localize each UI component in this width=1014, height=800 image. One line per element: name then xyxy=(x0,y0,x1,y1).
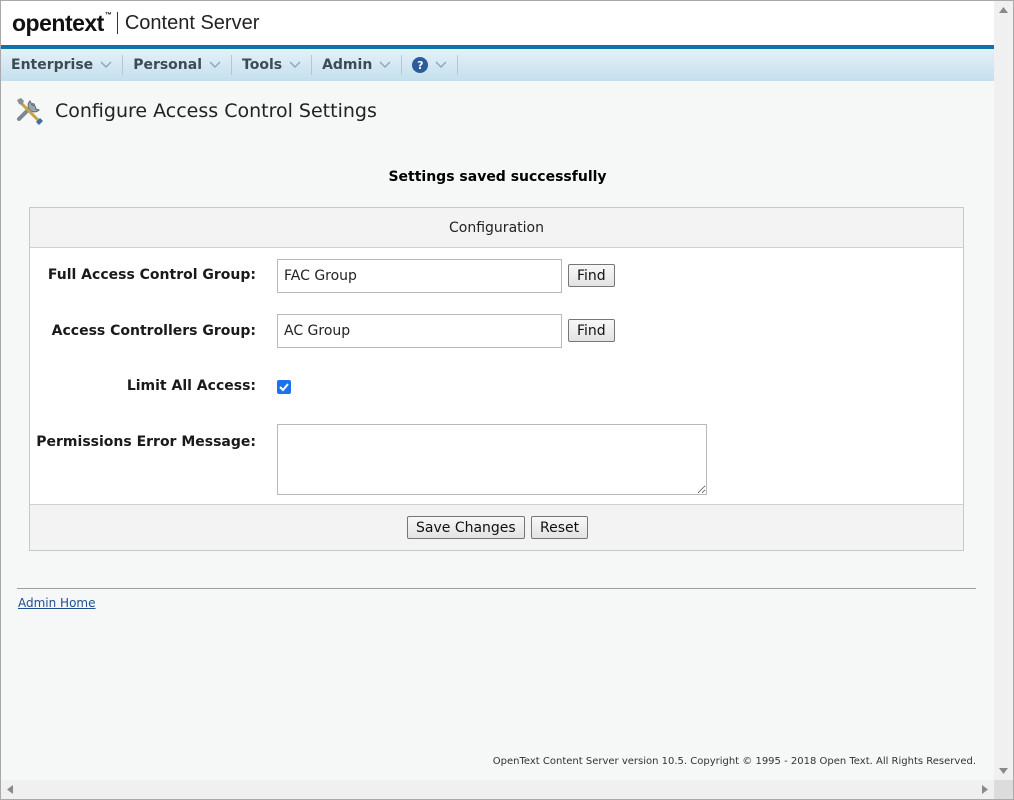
opentext-logo[interactable]: opentext ™ Content Server xyxy=(12,9,259,37)
permissions-error-textarea[interactable] xyxy=(277,424,707,495)
checkmark-icon xyxy=(279,383,289,392)
horizontal-scrollbar[interactable] xyxy=(1,780,994,799)
find-full-access-button[interactable]: Find xyxy=(568,264,615,287)
page-viewport: opentext ™ Content Server Enterprise Per… xyxy=(1,1,994,780)
configuration-panel: Configuration Full Access Control Group:… xyxy=(29,207,964,551)
logo-separator xyxy=(116,12,118,34)
logo-trademark: ™ xyxy=(104,11,112,19)
access-controllers-label: Access Controllers Group: xyxy=(51,323,256,339)
vertical-scrollbar[interactable] xyxy=(994,1,1013,780)
full-access-label: Full Access Control Group: xyxy=(47,267,256,283)
chevron-down-icon xyxy=(379,61,391,68)
nav-personal[interactable]: Personal xyxy=(123,55,233,75)
save-changes-button[interactable]: Save Changes xyxy=(407,516,525,539)
scroll-up-arrow-icon[interactable] xyxy=(999,7,1008,13)
page-title: Configure Access Control Settings xyxy=(55,100,377,122)
chevron-down-icon xyxy=(435,61,447,68)
footer-divider xyxy=(17,588,976,589)
nav-tools-label: Tools xyxy=(242,57,283,73)
chevron-down-icon xyxy=(209,61,221,68)
nav-tools[interactable]: Tools xyxy=(232,55,313,75)
limit-all-label: Limit All Access: xyxy=(126,378,256,394)
reset-button[interactable]: Reset xyxy=(531,516,589,539)
nav-personal-label: Personal xyxy=(133,57,203,73)
app-header: opentext ™ Content Server xyxy=(1,1,994,45)
scroll-left-arrow-icon[interactable] xyxy=(7,785,13,794)
main-nav-bar: Enterprise Personal Tools Admin ? xyxy=(1,45,994,81)
tools-icon xyxy=(17,98,43,125)
copyright-text: OpenText Content Server version 10.5. Co… xyxy=(492,756,976,767)
permissions-error-label: Permissions Error Message: xyxy=(36,434,256,450)
scrollbar-corner xyxy=(994,780,1013,799)
chevron-down-icon xyxy=(289,61,301,68)
nav-enterprise-label: Enterprise xyxy=(11,57,94,73)
status-message: Settings saved successfully xyxy=(388,169,607,185)
nav-admin-label: Admin xyxy=(322,57,373,73)
limit-all-access-checkbox[interactable] xyxy=(277,380,291,394)
chevron-down-icon xyxy=(100,61,112,68)
admin-home-link[interactable]: Admin Home xyxy=(18,596,96,610)
help-icon: ? xyxy=(412,57,429,73)
logo-product-name: Content Server xyxy=(124,11,260,34)
nav-help[interactable]: ? xyxy=(402,55,459,75)
scroll-down-arrow-icon[interactable] xyxy=(999,768,1008,774)
nav-admin[interactable]: Admin xyxy=(312,55,403,75)
full-access-group-input[interactable] xyxy=(277,259,562,293)
page-heading: Configure Access Control Settings xyxy=(13,95,377,127)
nav-enterprise[interactable]: Enterprise xyxy=(1,55,124,75)
scroll-right-arrow-icon[interactable] xyxy=(982,785,988,794)
find-access-controllers-button[interactable]: Find xyxy=(568,319,615,342)
panel-heading: Configuration xyxy=(30,208,963,248)
access-controllers-group-input[interactable] xyxy=(277,314,562,348)
panel-footer: Save Changes Reset xyxy=(30,504,963,550)
logo-wordmark: opentext xyxy=(12,9,104,36)
browser-window: opentext ™ Content Server Enterprise Per… xyxy=(0,0,1014,800)
